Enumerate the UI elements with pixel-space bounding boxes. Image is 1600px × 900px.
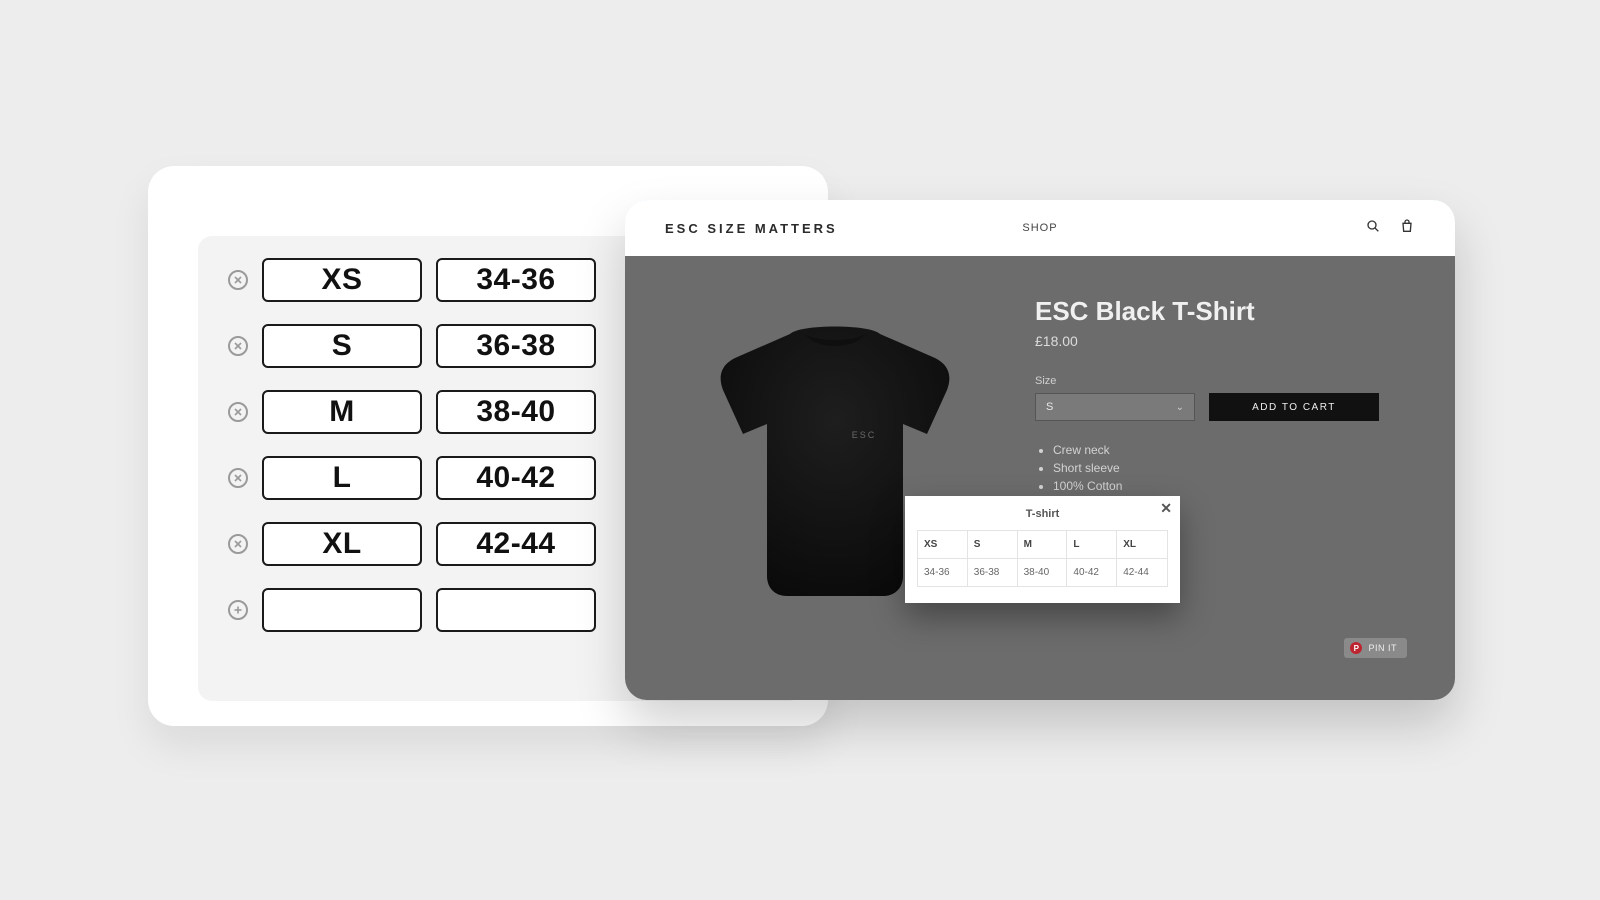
store-logo: ESC SIZE MATTERS bbox=[665, 221, 838, 236]
range-input[interactable]: 36-38 bbox=[436, 324, 596, 368]
bag-icon[interactable] bbox=[1399, 218, 1415, 239]
table-cell: 42-44 bbox=[1117, 559, 1167, 586]
pinterest-icon: P bbox=[1350, 642, 1362, 654]
table-cell: 40-42 bbox=[1067, 559, 1117, 586]
range-input[interactable]: 34-36 bbox=[436, 258, 596, 302]
remove-row-icon[interactable] bbox=[228, 534, 248, 554]
table-cell: 34-36 bbox=[918, 559, 968, 586]
size-input[interactable]: L bbox=[262, 456, 422, 500]
size-input[interactable]: M bbox=[262, 390, 422, 434]
add-to-cart-button[interactable]: ADD TO CART bbox=[1209, 393, 1379, 421]
table-header: M bbox=[1018, 531, 1068, 559]
size-select[interactable]: S ⌄ bbox=[1035, 393, 1195, 421]
feature-item: Short sleeve bbox=[1053, 461, 1405, 475]
range-input-empty[interactable]: . bbox=[436, 588, 596, 632]
search-icon[interactable] bbox=[1365, 218, 1381, 239]
table-header: S bbox=[968, 531, 1018, 559]
product-features: Crew neck Short sleeve 100% Cotton bbox=[1035, 443, 1405, 493]
chevron-down-icon: ⌄ bbox=[1176, 402, 1184, 413]
tshirt-print-text: ESC bbox=[852, 430, 877, 440]
size-input-empty[interactable]: . bbox=[262, 588, 422, 632]
store-body: ESC ESC Black T-Shirt £18.00 Size S ⌄ AD… bbox=[625, 256, 1455, 700]
size-select-value: S bbox=[1046, 401, 1053, 413]
remove-row-icon[interactable] bbox=[228, 468, 248, 488]
size-input[interactable]: S bbox=[262, 324, 422, 368]
table-cell: 38-40 bbox=[1018, 559, 1068, 586]
size-input[interactable]: XL bbox=[262, 522, 422, 566]
close-icon[interactable]: ✕ bbox=[1160, 500, 1172, 517]
product-info: ESC Black T-Shirt £18.00 Size S ⌄ ADD TO… bbox=[1035, 296, 1405, 670]
pin-it-button[interactable]: P PIN IT bbox=[1344, 638, 1407, 658]
add-row-icon[interactable] bbox=[228, 600, 248, 620]
feature-item: Crew neck bbox=[1053, 443, 1405, 457]
product-title: ESC Black T-Shirt bbox=[1035, 296, 1405, 327]
size-label: Size bbox=[1035, 375, 1405, 387]
range-input[interactable]: 38-40 bbox=[436, 390, 596, 434]
table-header: XL bbox=[1117, 531, 1167, 559]
range-input[interactable]: 42-44 bbox=[436, 522, 596, 566]
store-header: ESC SIZE MATTERS SHOP bbox=[625, 200, 1455, 256]
remove-row-icon[interactable] bbox=[228, 270, 248, 290]
size-chart-table: XS S M L XL 34-36 36-38 38-40 40-42 42-4… bbox=[917, 530, 1168, 587]
nav-shop[interactable]: SHOP bbox=[1022, 222, 1057, 234]
pin-it-label: PIN IT bbox=[1368, 643, 1397, 653]
table-cell: 36-38 bbox=[968, 559, 1018, 586]
product-price: £18.00 bbox=[1035, 333, 1405, 349]
remove-row-icon[interactable] bbox=[228, 336, 248, 356]
popup-title: T-shirt bbox=[905, 496, 1180, 530]
range-input[interactable]: 40-42 bbox=[436, 456, 596, 500]
size-chart-popup: ✕ T-shirt XS S M L XL 34-36 36-38 38-40 … bbox=[905, 496, 1180, 603]
size-input[interactable]: XS bbox=[262, 258, 422, 302]
table-header: L bbox=[1067, 531, 1117, 559]
feature-item: 100% Cotton bbox=[1053, 479, 1405, 493]
table-header: XS bbox=[918, 531, 968, 559]
storefront-window: ESC SIZE MATTERS SHOP bbox=[625, 200, 1455, 700]
remove-row-icon[interactable] bbox=[228, 402, 248, 422]
